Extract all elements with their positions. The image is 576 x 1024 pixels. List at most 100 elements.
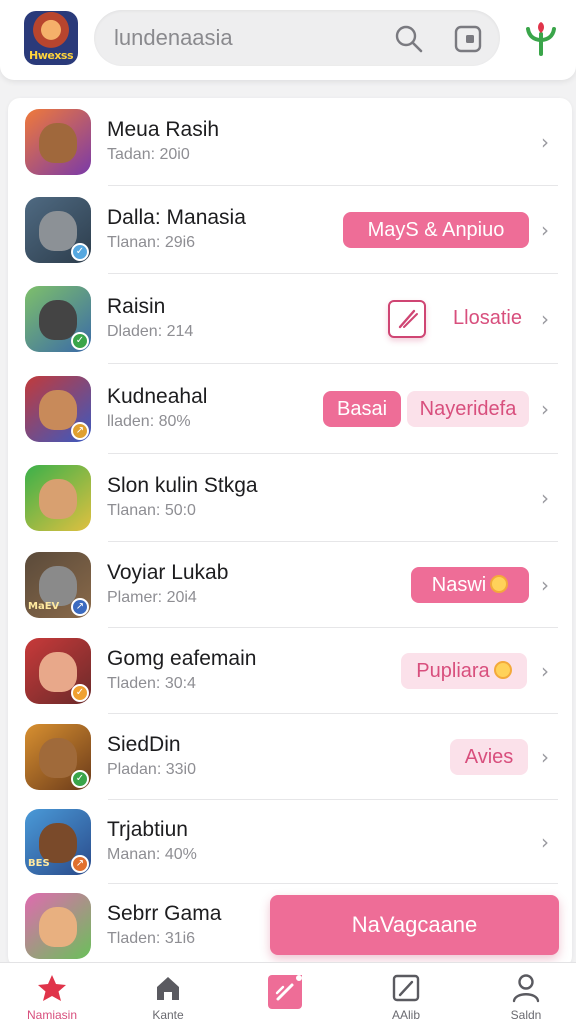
list-item[interactable]: MaEV ↗ Voyiar Lukab Plamer: 20i4 Naswi › (8, 542, 572, 628)
scan-icon[interactable] (453, 24, 483, 54)
game-avatar (25, 109, 91, 175)
chevron-right-icon[interactable]: › (541, 220, 555, 240)
list-item[interactable]: ✓ Gomg eafemain Tladen: 30:4 Pupliara › (8, 628, 572, 714)
game-avatar: ↗ (25, 376, 91, 442)
arrow-badge-icon: ↗ (71, 855, 89, 873)
plant-icon[interactable] (524, 20, 558, 56)
game-subtitle: Tlanan: 29i6 (107, 234, 196, 251)
search-icon[interactable] (394, 24, 424, 54)
list-item[interactable]: Slon kulin Stkga Tlanan: 50:0 › (8, 454, 572, 542)
chevron-right-icon[interactable]: › (541, 832, 555, 852)
nav-label: AAlib (391, 1008, 420, 1022)
game-title: Gomg eafemain (107, 647, 257, 670)
chevron-right-icon[interactable]: › (541, 132, 555, 152)
list-item[interactable]: Meua Rasih Tadan: 20i0 › (8, 98, 572, 186)
check-badge-icon: ✓ (71, 770, 89, 788)
nav-item-create[interactable] (236, 963, 336, 1024)
user-icon (512, 974, 540, 1003)
list-item[interactable]: ✓ Dalla: Manasia Tlanan: 29i6 MayS & Anpiuo… (8, 186, 572, 274)
game-avatar: MaEV ↗ (25, 552, 91, 618)
avatar-face (39, 907, 77, 947)
tag-button[interactable]: Naswi (411, 567, 529, 603)
nav-label: Namiasin (26, 1008, 77, 1022)
avatar-face (39, 123, 77, 163)
navigate-button[interactable]: NaVagcaane (270, 895, 559, 955)
chevron-right-icon[interactable]: › (541, 488, 555, 508)
game-avatar: ✓ (25, 286, 91, 352)
app-logo-text: Hwexss (28, 49, 74, 62)
game-avatar: ✓ (25, 197, 91, 263)
game-title: SiedDin (107, 733, 181, 756)
tag-label: Avies (464, 746, 514, 768)
note-icon (392, 974, 420, 1002)
search-bar[interactable] (94, 10, 500, 66)
game-subtitle: Dladen: 214 (107, 323, 194, 340)
nav-label: Saldn (510, 1008, 542, 1022)
game-title: Slon kulin Stkga (107, 474, 258, 497)
check-badge-icon: ✓ (71, 684, 89, 702)
chevron-right-icon[interactable]: › (541, 399, 555, 419)
avatar-face (39, 479, 77, 519)
app-logo[interactable]: Hwexss (24, 11, 78, 65)
avatar-face (39, 211, 77, 251)
search-input[interactable] (114, 22, 384, 54)
avatar-face (39, 566, 77, 606)
tag-button[interactable]: Nayeridefa (407, 391, 529, 427)
tag-label: MayS & Anpiuo (367, 219, 505, 241)
game-subtitle: Tlanan: 50:0 (107, 502, 196, 519)
avatar-logo-text: MaEV (28, 601, 60, 612)
bottom-navigation: Namiasin Kante AAlib Saldn (0, 962, 576, 1024)
game-avatar: BES ↗ (25, 809, 91, 875)
coin-icon (490, 575, 509, 593)
nav-item-library[interactable]: AAlib (356, 963, 456, 1024)
chevron-right-icon[interactable]: › (541, 661, 555, 681)
chevron-right-icon[interactable]: › (541, 575, 555, 595)
chevron-right-icon[interactable]: › (541, 747, 555, 767)
game-title: Meua Rasih (107, 118, 220, 141)
game-avatar: ✓ (25, 638, 91, 704)
game-subtitle: Tladen: 30:4 (107, 675, 196, 692)
check-badge-icon: ✓ (71, 332, 89, 350)
list-item[interactable]: ✓ Raisin Dladen: 214 Llosatie › (8, 274, 572, 364)
list-item[interactable]: ↗ Kudneahal lladen: 80% Basai Nayeridefa › (8, 364, 572, 454)
game-avatar (25, 465, 91, 531)
game-subtitle: Plamer: 20i4 (107, 589, 197, 606)
tag-button[interactable]: Basai (323, 391, 401, 427)
game-title: Voyiar Lukab (107, 561, 229, 584)
game-subtitle: Manan: 40% (107, 846, 197, 863)
coin-icon (493, 661, 512, 679)
star-icon (38, 975, 66, 1001)
nav-item-home[interactable]: Namiasin (2, 963, 102, 1024)
tag-label: Pupliara (416, 660, 490, 682)
arrow-badge-icon: ↗ (71, 422, 89, 440)
home-icon (157, 977, 179, 1000)
game-subtitle: Tladen: 31i6 (107, 930, 196, 947)
avatar-face (39, 300, 77, 340)
game-title: Sebrr Gama (107, 902, 222, 925)
game-title: Kudneahal (107, 385, 208, 408)
game-avatar: ✓ (25, 724, 91, 790)
status-link[interactable]: Llosatie (453, 307, 522, 330)
nav-label: Kante (152, 1008, 184, 1022)
game-subtitle: lladen: 80% (107, 413, 191, 430)
tag-button[interactable]: MayS & Anpiuo (343, 212, 529, 248)
game-avatar (25, 893, 91, 959)
game-title: Raisin (107, 295, 166, 318)
avatar-face (39, 823, 77, 863)
tag-button[interactable]: Pupliara (401, 653, 527, 689)
game-subtitle: Pladan: 33i0 (107, 761, 196, 778)
nav-item-profile[interactable]: Saldn (476, 963, 576, 1024)
tag-button[interactable]: Avies (450, 739, 528, 775)
chevron-right-icon[interactable]: › (541, 309, 555, 329)
game-subtitle: Tadan: 20i0 (107, 146, 190, 163)
avatar-logo-text: BES (28, 858, 50, 869)
list-item[interactable]: BES ↗ Trjabtiun Manan: 40% › (8, 800, 572, 884)
edit-icon[interactable] (388, 300, 426, 338)
list-item[interactable]: ✓ SiedDin Pladan: 33i0 Avies › (8, 714, 572, 800)
game-list: Meua Rasih Tadan: 20i0 › ✓ Dalla: Manasia Tla… (8, 98, 572, 968)
tag-label: Basai (336, 398, 388, 420)
check-badge-icon: ✓ (71, 243, 89, 261)
game-title: Dalla: Manasia (107, 206, 246, 229)
nav-item-store[interactable]: Kante (118, 963, 218, 1024)
edit-icon (275, 973, 304, 1001)
